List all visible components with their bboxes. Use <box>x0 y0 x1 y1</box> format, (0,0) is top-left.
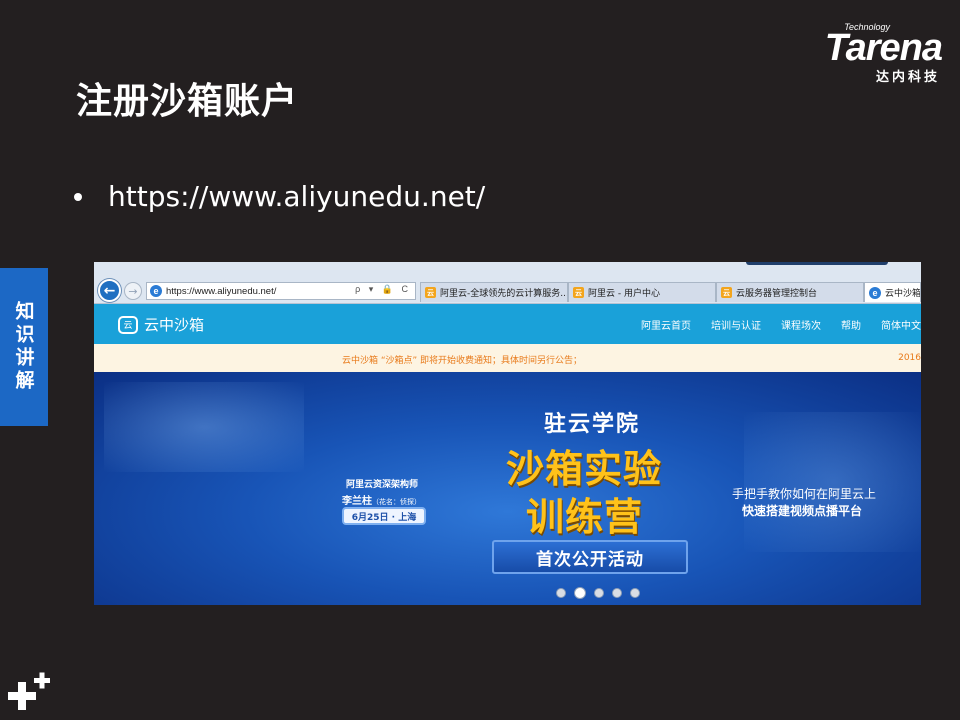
aliyun-tab-icon: 云 <box>721 287 732 298</box>
menu-item-course-sessions[interactable]: 课程场次 <box>781 317 821 332</box>
banner-title: 驻云学院 <box>544 412 641 437</box>
banner-headline-1: 沙箱实验 <box>506 447 663 491</box>
menu-item-training[interactable]: 培训与认证 <box>711 317 761 332</box>
site-navbar: 云 云中沙箱 阿里云首页 培训与认证 课程场次 帮助 简体中文 <box>94 304 921 344</box>
host-role: 阿里云资深架构师 <box>346 480 419 490</box>
browser-tab[interactable]: 云 阿里云-全球领先的云计算服务... <box>420 282 568 302</box>
slide-title: 注册沙箱账户 <box>76 81 299 122</box>
carousel-dot[interactable] <box>594 588 604 598</box>
aliyun-tab-icon: 云 <box>573 287 584 298</box>
browser-toolbar: ← → e https://www.aliyunedu.net/ ρ ▾ 🔒 C… <box>94 262 921 304</box>
site-brand[interactable]: 云 云中沙箱 <box>118 314 204 335</box>
browser-screenshot: ← → e https://www.aliyunedu.net/ ρ ▾ 🔒 C… <box>94 262 921 605</box>
carousel-dot[interactable] <box>612 588 622 598</box>
host-name-row: 李兰柱（花名：侦探） <box>342 492 421 507</box>
toolbar-accent <box>746 262 888 265</box>
host-name: 李兰柱 <box>342 496 372 507</box>
browser-tab-active[interactable]: e 云中沙箱 <box>864 282 921 302</box>
cloud-logo-icon: 云 <box>118 315 138 334</box>
banner-tagline-1: 手把手教你如何在阿里云上 <box>732 487 877 501</box>
bullet-item: https://www.aliyunedu.net/ <box>74 180 485 213</box>
bullet-url: https://www.aliyunedu.net/ <box>108 180 486 213</box>
tarena-logo: Technology Tarena 达内科技 <box>777 22 943 85</box>
banner-ribbon: 首次公开活动 <box>492 540 688 574</box>
address-url: https://www.aliyunedu.net/ <box>166 285 277 297</box>
menu-item-help[interactable]: 帮助 <box>841 317 861 332</box>
banner-tagline-2: 快速搭建视频点播平台 <box>742 504 863 518</box>
bullet-dot <box>74 192 82 201</box>
aliyun-tab-icon: 云 <box>425 287 436 298</box>
plus-decoration-icon <box>8 672 50 710</box>
event-date-badge: 6月25日 · 上海 <box>342 507 426 525</box>
notice-text[interactable]: 云中沙箱 “沙箱点” 即将开始收费通知；具体时间另行公告； <box>342 353 582 366</box>
browser-tab[interactable]: 云 云服务器管理控制台 <box>716 282 864 302</box>
site-brand-name: 云中沙箱 <box>144 316 205 334</box>
back-arrow-icon[interactable]: ← <box>98 279 121 302</box>
banner-light <box>104 382 304 472</box>
side-tab-knowledge: 知识讲解 <box>0 268 48 426</box>
notice-bar: 云中沙箱 “沙箱点” 即将开始收费通知；具体时间另行公告； 2016 <box>94 344 921 372</box>
address-tools[interactable]: ρ ▾ 🔒 C <box>355 284 411 295</box>
site-menu: 阿里云首页 培训与认证 课程场次 帮助 简体中文 <box>641 317 921 332</box>
hero-banner[interactable]: 阿里云资深架构师 李兰柱（花名：侦探） 6月25日 · 上海 驻云学院 沙箱实验… <box>94 372 921 605</box>
side-tab-label: 知识讲解 <box>12 301 35 393</box>
carousel-dot[interactable] <box>556 588 566 598</box>
browser-tab[interactable]: 云 阿里云 - 用户中心 <box>568 282 716 302</box>
carousel-dot-active[interactable] <box>574 587 586 599</box>
carousel-dots <box>556 587 648 599</box>
host-alias: （花名：侦探） <box>372 498 421 506</box>
carousel-dot[interactable] <box>630 588 640 598</box>
logo-chinese-text: 达内科技 <box>875 70 940 85</box>
menu-item-language[interactable]: 简体中文 <box>881 317 921 332</box>
notice-date: 2016 <box>898 353 921 363</box>
ie-logo-icon: e <box>869 286 881 299</box>
menu-item-aliyun-home[interactable]: 阿里云首页 <box>641 317 691 332</box>
forward-arrow-icon[interactable]: → <box>124 282 142 300</box>
ie-logo-icon: e <box>150 285 162 297</box>
address-bar[interactable]: e https://www.aliyunedu.net/ ρ ▾ 🔒 C <box>146 282 416 300</box>
logo-wordmark: Tarena <box>824 27 943 69</box>
banner-light <box>744 412 921 552</box>
banner-headline-2: 训练营 <box>526 495 644 539</box>
